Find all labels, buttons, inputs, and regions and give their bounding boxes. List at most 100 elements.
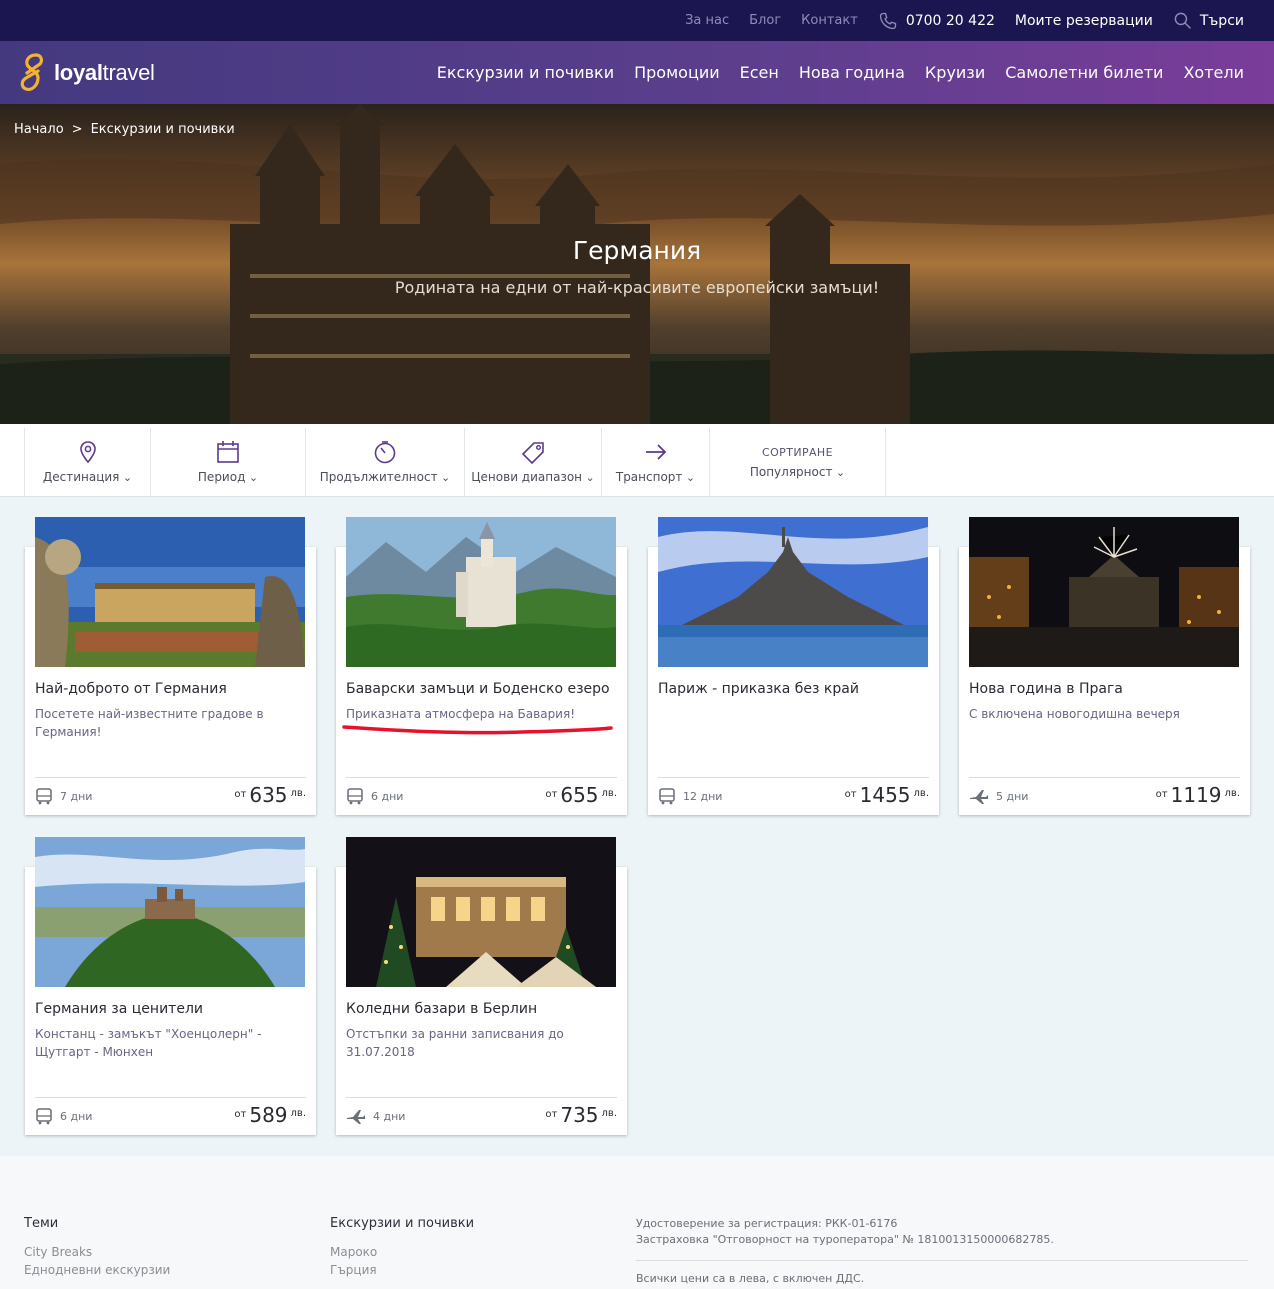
breadcrumb-home[interactable]: Начало bbox=[14, 122, 64, 137]
phone-icon bbox=[879, 12, 896, 29]
tour-days: 5 дни bbox=[996, 789, 1029, 803]
page-title: Германия bbox=[572, 236, 702, 265]
tour-title[interactable]: Най-доброто от Германия bbox=[35, 681, 307, 697]
card-divider bbox=[658, 777, 929, 778]
tour-duration: 7 дни bbox=[35, 787, 92, 805]
page-subtitle: Родината на едни от най-красивите европе… bbox=[394, 278, 880, 297]
tour-price: от 589 лв. bbox=[234, 1103, 306, 1127]
prices-note: Всички цени са в лева, с включен ДДС. bbox=[636, 1272, 865, 1285]
footer-tours: Екскурзии и почивки Мароко Гърция bbox=[330, 1216, 474, 1279]
about-link[interactable]: За нас bbox=[685, 13, 729, 28]
breadcrumb-separator: > bbox=[71, 122, 83, 137]
tour-duration: 4 дни bbox=[346, 1107, 405, 1125]
nav-cruises[interactable]: Круизи bbox=[925, 63, 985, 82]
card-divider bbox=[346, 777, 617, 778]
tour-card-image[interactable] bbox=[346, 837, 616, 987]
breadcrumb: Начало > Екскурзии и почивки bbox=[14, 122, 235, 137]
my-bookings-link[interactable]: Моите резервации bbox=[1015, 13, 1153, 29]
contact-link[interactable]: Контакт bbox=[801, 13, 858, 28]
price-value: 589 bbox=[249, 1103, 288, 1127]
blog-link[interactable]: Блог bbox=[749, 13, 781, 28]
tour-card[interactable]: Париж - приказка без край 12 дни от 1455… bbox=[648, 517, 939, 815]
nav-promotions[interactable]: Промоции bbox=[634, 63, 720, 82]
filter-destination[interactable]: Дестинация bbox=[24, 428, 151, 496]
nav-flights[interactable]: Самолетни билети bbox=[1005, 63, 1163, 82]
logo[interactable]: loyaltravel bbox=[18, 51, 155, 95]
breadcrumb-current[interactable]: Екскурзии и почивки bbox=[91, 122, 235, 137]
nav-excursions[interactable]: Екскурзии и почивки bbox=[437, 63, 614, 82]
filter-duration[interactable]: Продължителност bbox=[306, 428, 465, 496]
tour-price: от 735 лв. bbox=[545, 1103, 617, 1127]
tour-subtitle: Констанц - замъкът "Хоенцолерн" - Щутгар… bbox=[35, 1027, 262, 1059]
calendar-icon bbox=[217, 441, 239, 463]
tour-price: от 655 лв. bbox=[545, 783, 617, 807]
tour-price: от 1119 лв. bbox=[1156, 783, 1240, 807]
tour-card[interactable]: Нова година в Прага С включена новогодиш… bbox=[959, 517, 1250, 815]
tour-card[interactable]: Коледни базари в Берлин Отстъпки за ранн… bbox=[336, 837, 627, 1135]
tour-duration: 6 дни bbox=[35, 1107, 92, 1125]
tour-title[interactable]: Германия за ценители bbox=[35, 1001, 307, 1017]
registration-text: Удостоверение за регистрация: РКК-01-617… bbox=[636, 1217, 898, 1230]
footer: Теми City Breaks Еднодневни екскурзии Ек… bbox=[0, 1156, 1274, 1289]
filter-transport-label: Транспорт bbox=[616, 470, 695, 484]
footer-legal: Удостоверение за регистрация: РКК-01-617… bbox=[636, 1216, 1248, 1287]
search-link[interactable]: Търси bbox=[1173, 11, 1244, 30]
tour-days: 12 дни bbox=[683, 789, 723, 803]
logo-mark-icon bbox=[20, 53, 43, 91]
tour-card[interactable]: Баварски замъци и Боденско езеро Приказн… bbox=[336, 517, 627, 815]
insurance-text: Застраховка "Отговорност на туроператора… bbox=[636, 1233, 1054, 1246]
plane-icon bbox=[347, 1110, 365, 1124]
tour-title[interactable]: Париж - приказка без край bbox=[658, 681, 930, 697]
tour-duration: 12 дни bbox=[658, 787, 722, 805]
main-navigation: loyaltravel Екскурзии и почивки Промоции… bbox=[0, 41, 1274, 104]
filter-period[interactable]: Период bbox=[151, 428, 306, 496]
price-from-label: от bbox=[545, 789, 558, 800]
price-tag-icon bbox=[521, 442, 544, 464]
footer-link[interactable]: Гърция bbox=[330, 1261, 474, 1279]
footer-divider bbox=[636, 1260, 1248, 1261]
footer-link[interactable]: Мароко bbox=[330, 1243, 474, 1261]
price-value: 655 bbox=[560, 783, 599, 807]
nav-new-year[interactable]: Нова година bbox=[799, 63, 905, 82]
search-icon bbox=[1174, 12, 1191, 29]
filter-price-range[interactable]: Ценови диапазон bbox=[465, 428, 602, 496]
card-divider bbox=[346, 1097, 617, 1098]
top-bar: За нас Блог Контакт 0700 20 422 Моите ре… bbox=[0, 0, 1274, 41]
price-currency: лв. bbox=[601, 788, 617, 799]
tour-card-image[interactable] bbox=[346, 517, 616, 667]
nav-autumn[interactable]: Есен bbox=[740, 63, 779, 82]
tour-subtitle: С включена новогодишна вечеря bbox=[969, 707, 1180, 721]
red-highlight-underline bbox=[342, 725, 613, 735]
filter-transport[interactable]: Транспорт bbox=[602, 428, 710, 496]
tour-duration: 5 дни bbox=[969, 787, 1028, 805]
nav-hotels[interactable]: Хотели bbox=[1183, 63, 1244, 82]
price-currency: лв. bbox=[290, 1108, 306, 1119]
tour-subtitle: Посетете най-известните градове в Герман… bbox=[35, 707, 264, 739]
tour-title[interactable]: Баварски замъци и Боденско езеро bbox=[346, 681, 618, 697]
location-pin-icon bbox=[79, 441, 96, 464]
tour-card[interactable]: Германия за ценители Констанц - замъкът … bbox=[25, 837, 316, 1135]
tour-card-image[interactable] bbox=[658, 517, 928, 667]
tour-card[interactable]: Най-доброто от Германия Посетете най-изв… bbox=[25, 517, 316, 815]
price-from-label: от bbox=[234, 789, 247, 800]
tour-title[interactable]: Нова година в Прага bbox=[969, 681, 1241, 697]
tour-title[interactable]: Коледни базари в Берлин bbox=[346, 1001, 618, 1017]
tour-subtitle: Приказната атмосфера на Бавария! bbox=[346, 707, 576, 721]
price-value: 735 bbox=[560, 1103, 599, 1127]
price-currency: лв. bbox=[290, 788, 306, 799]
price-from-label: от bbox=[545, 1109, 558, 1120]
phone-link[interactable]: 0700 20 422 bbox=[878, 11, 995, 31]
tour-subtitle: Отстъпки за ранни записвания до 31.07.20… bbox=[346, 1027, 564, 1059]
price-value: 635 bbox=[249, 783, 288, 807]
filter-duration-label: Продължителност bbox=[320, 470, 451, 484]
tour-card-image[interactable] bbox=[969, 517, 1239, 667]
footer-link[interactable]: Еднодневни екскурзии bbox=[24, 1261, 170, 1279]
sort-dropdown[interactable]: СОРТИРАНЕ Популярност bbox=[710, 428, 886, 496]
footer-link[interactable]: City Breaks bbox=[24, 1243, 170, 1261]
filter-bar: Дестинация Период Продължителност Ценови… bbox=[0, 424, 1274, 497]
tour-card-image[interactable] bbox=[35, 517, 305, 667]
price-currency: лв. bbox=[1224, 788, 1240, 799]
card-divider bbox=[35, 777, 306, 778]
bus-icon bbox=[36, 1108, 52, 1125]
tour-card-image[interactable] bbox=[35, 837, 305, 987]
